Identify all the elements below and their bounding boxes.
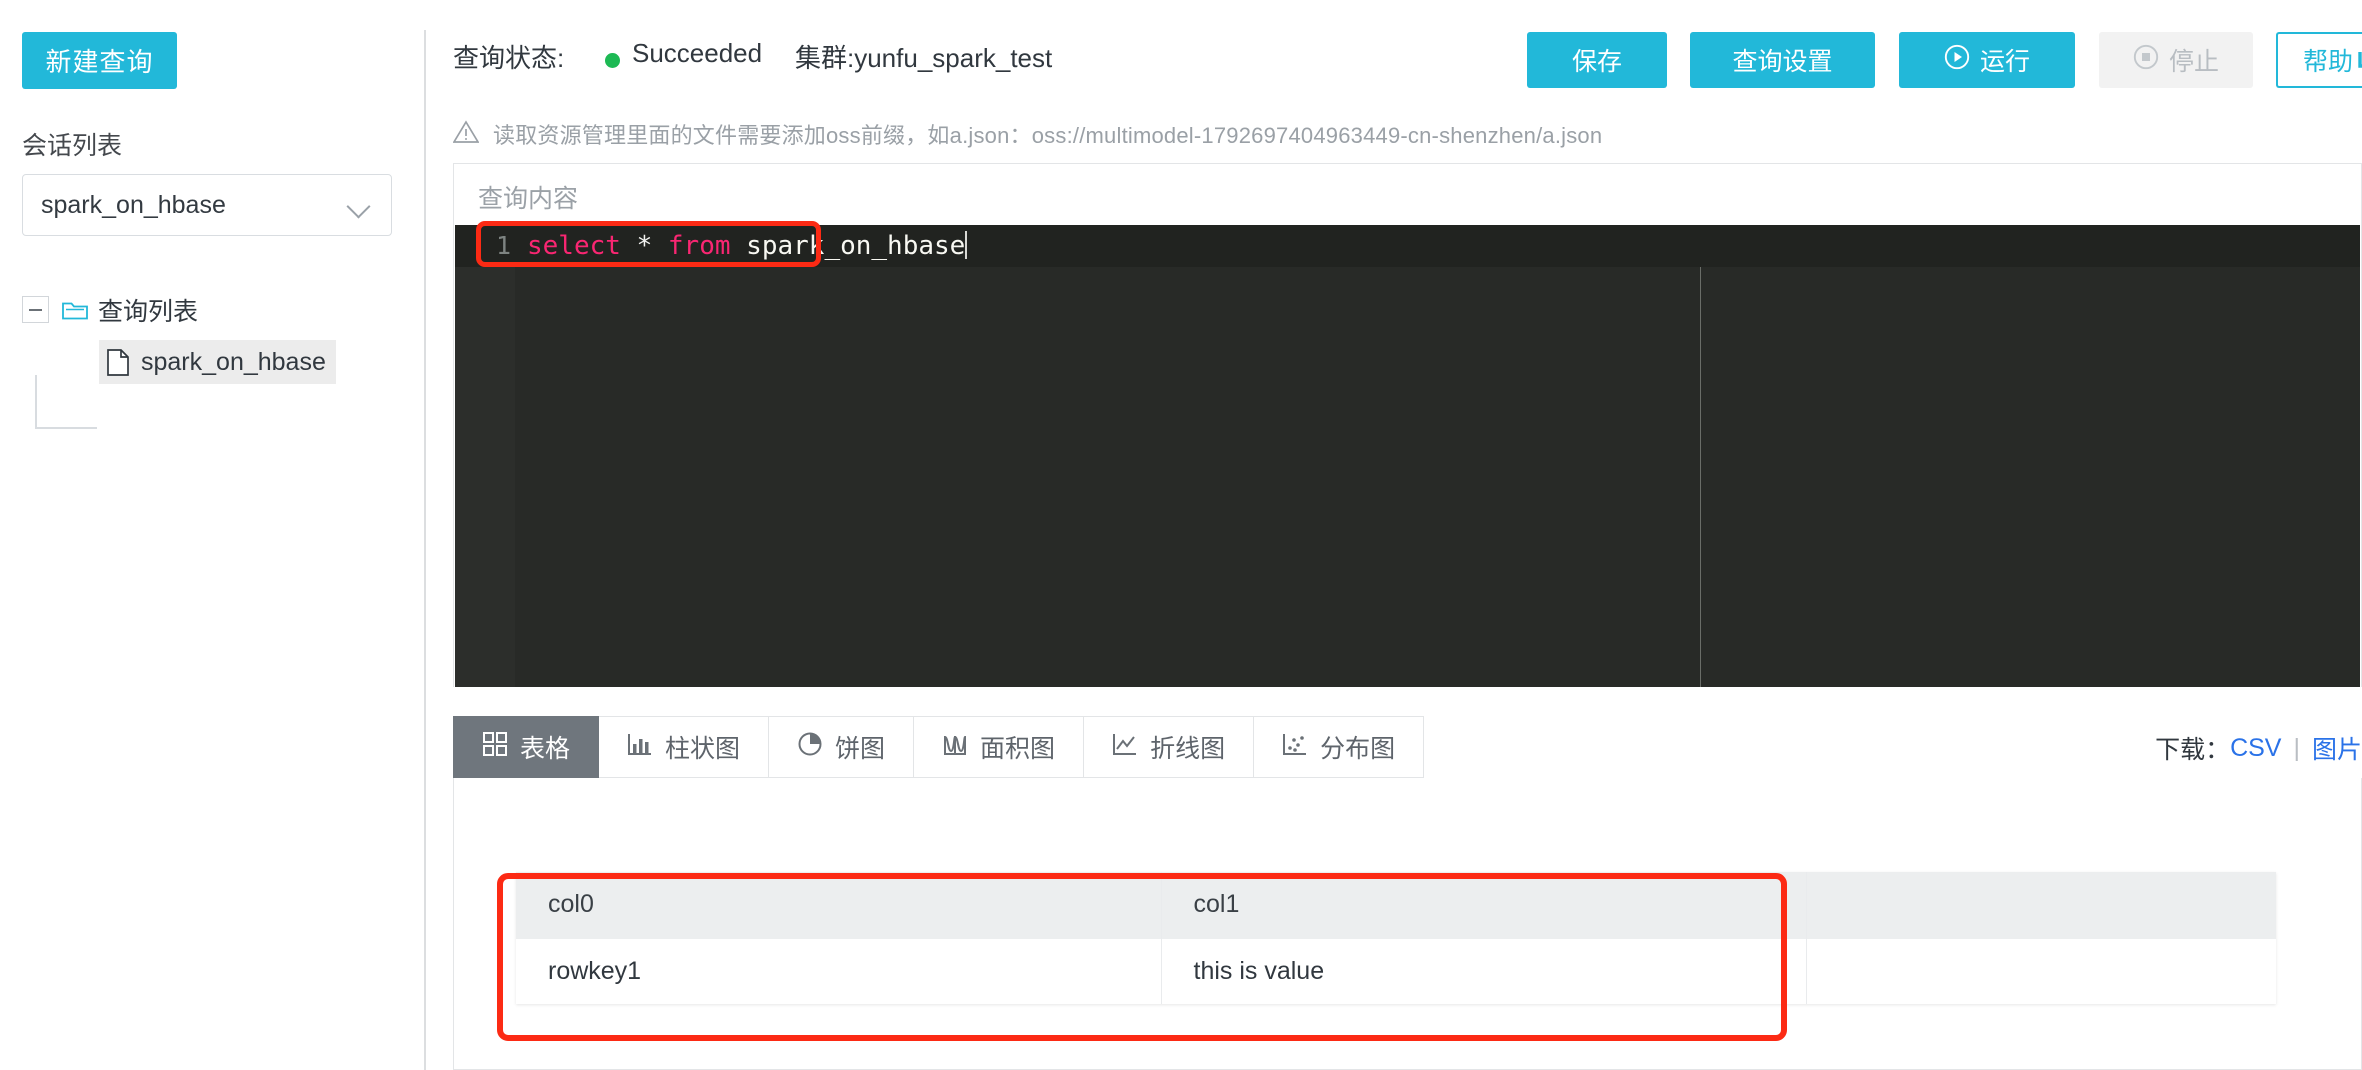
tree-guide-vertical (35, 375, 37, 429)
table-header-row: col0 col1 (516, 872, 2276, 938)
sidebar-divider (424, 30, 426, 1070)
table-cell: this is value (1161, 937, 1807, 1004)
session-select[interactable]: spark_on_hbase (22, 174, 392, 236)
run-button[interactable]: 运行 (1899, 32, 2075, 88)
table-header-cell[interactable]: col1 (1161, 872, 1807, 938)
main-panel: 查询状态: Succeeded 集群:yunfu_spark_test 保存 查… (427, 0, 2362, 1070)
pie-chart-icon (797, 731, 823, 764)
sql-star (621, 231, 637, 261)
scatter-chart-icon (1282, 731, 1308, 764)
download-row: 下载： CSV | 图片 (2155, 730, 2362, 766)
text-caret (965, 231, 968, 259)
editor-gutter (455, 225, 515, 687)
query-status-value: Succeeded (632, 38, 763, 68)
tab-table-label: 表格 (520, 735, 571, 763)
area-chart-icon (942, 731, 968, 764)
play-icon (1944, 44, 1970, 77)
query-status-label: 查询状态: (453, 43, 565, 73)
save-button-label: 保存 (1571, 48, 1622, 76)
table-header-cell[interactable] (1806, 872, 2276, 938)
query-editor-app: 新建查询 会话列表 spark_on_hbase 查询列表 spark_on_h… (0, 0, 2362, 1070)
download-separator: | (2293, 733, 2300, 762)
query-settings-label: 查询设置 (1732, 48, 1833, 76)
query-tree: 查询列表 spark_on_hbase (0, 288, 425, 429)
query-editor-panel: 查询内容 1 select * from spark_on_hbase (453, 163, 2362, 687)
run-button-label: 运行 (1979, 48, 2030, 76)
tree-guide-horizontal (35, 427, 97, 429)
tab-area-chart[interactable]: 面积图 (914, 716, 1085, 778)
sidebar: 新建查询 会话列表 spark_on_hbase 查询列表 spark_on_h… (0, 0, 425, 1070)
download-label: 下载： (2155, 736, 2231, 764)
status-indicator-dot (605, 53, 620, 68)
sql-keyword-from: from (667, 231, 731, 261)
table-header-cell[interactable]: col0 (516, 872, 1162, 938)
tree-item-label: spark_on_hbase (141, 347, 326, 376)
tree-root-row[interactable]: 查询列表 (0, 288, 425, 336)
line-number: 1 (495, 231, 511, 260)
cluster-name: 集群:yunfu_spark_test (795, 43, 1053, 73)
tab-bar-chart-label: 柱状图 (665, 735, 741, 763)
external-link-icon (2357, 45, 2362, 76)
download-csv-link[interactable]: CSV (2230, 734, 2281, 763)
tab-pie-chart-label: 饼图 (835, 735, 886, 763)
new-query-button[interactable]: 新建查询 (22, 32, 177, 89)
collapse-toggle-icon[interactable] (22, 296, 49, 323)
sql-space-2 (652, 231, 668, 261)
code-line-1: select * from spark_on_hbase (527, 225, 968, 267)
tab-bar-chart[interactable]: 柱状图 (599, 716, 770, 778)
tree-root-label: 查询列表 (98, 298, 199, 326)
table-cell: rowkey1 (516, 937, 1162, 1004)
download-image-link[interactable]: 图片 (2312, 730, 2362, 766)
table-cell (1806, 937, 2276, 1004)
results-panel: col0 col1 rowkey1 this is value (453, 778, 2362, 1070)
folder-icon (62, 300, 88, 320)
file-icon (107, 348, 129, 376)
tab-line-chart-label: 折线图 (1150, 735, 1226, 763)
notice-row: 读取资源管理里面的文件需要添加oss前缀，如a.json：oss://multi… (452, 118, 1603, 150)
sql-keyword-select: select (527, 231, 621, 261)
grid-icon (482, 731, 508, 764)
query-content-label: 查询内容 (478, 185, 579, 213)
chevron-down-icon (347, 192, 373, 218)
tab-table[interactable]: 表格 (453, 716, 600, 778)
tree-item-spark-on-hbase[interactable]: spark_on_hbase (99, 340, 336, 384)
bar-chart-icon (627, 731, 653, 764)
line-chart-icon (1112, 731, 1138, 764)
session-select-value: spark_on_hbase (41, 190, 226, 219)
stop-icon (2133, 44, 2159, 77)
sql-table-name: spark_on_hbase (746, 231, 966, 261)
help-button-label: 帮助 (2302, 48, 2353, 76)
session-list-label: 会话列表 (22, 132, 123, 160)
save-button[interactable]: 保存 (1527, 32, 1667, 88)
tab-scatter-chart[interactable]: 分布图 (1254, 716, 1425, 778)
notice-text: 读取资源管理里面的文件需要添加oss前缀，如a.json：oss://multi… (493, 123, 1603, 148)
tab-area-chart-label: 面积图 (980, 735, 1056, 763)
editor-ruler-line (1700, 267, 1701, 687)
table-row: rowkey1 this is value (516, 937, 2276, 1004)
query-settings-button[interactable]: 查询设置 (1690, 32, 1875, 88)
warning-icon (452, 119, 480, 149)
tab-line-chart[interactable]: 折线图 (1084, 716, 1255, 778)
tab-scatter-chart-label: 分布图 (1320, 735, 1396, 763)
results-table: col0 col1 rowkey1 this is value (516, 872, 2276, 1004)
help-button[interactable]: 帮助 (2276, 32, 2362, 88)
stop-button: 停止 (2099, 32, 2253, 88)
result-view-tabs: 表格 柱状图 饼图 面积图 折线图 分布图 (453, 716, 1425, 778)
stop-button-label: 停止 (2168, 48, 2219, 76)
tab-pie-chart[interactable]: 饼图 (769, 716, 915, 778)
code-editor[interactable]: 1 select * from spark_on_hbase (455, 225, 2360, 687)
sql-star-token: * (636, 231, 653, 261)
sql-space-3 (731, 231, 747, 261)
